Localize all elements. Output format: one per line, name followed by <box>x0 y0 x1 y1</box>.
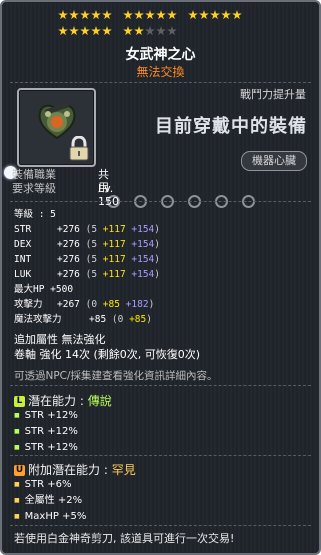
potential-line: STR +12% <box>14 440 78 456</box>
scroll-enhance: 卷軸 強化 14次 (剩餘0次, 可恢復0次) <box>14 348 201 361</box>
str-stat: STR +276 (5 +117 +154) <box>14 224 161 235</box>
combat-power-label: 戰鬥力提升量 <box>240 88 306 101</box>
star-icon <box>188 10 198 20</box>
max-hp-stat: 最大HP +500 <box>14 284 74 295</box>
additional-line: 全屬性 +2% <box>14 493 86 509</box>
star-icon <box>145 10 155 20</box>
magic-attack-stat: 魔法攻擊力 +85 (0 +85) <box>14 314 152 325</box>
level-value: Lv. 150 <box>98 182 119 208</box>
star-icon <box>134 10 144 20</box>
star-icon <box>123 26 133 36</box>
lock-icon <box>69 136 89 161</box>
potential-divider <box>10 385 311 387</box>
enhancement-note: 可透過NPC/採集建查看強化資訊詳細內容。 <box>14 370 218 382</box>
additional-lines: STR +6% 全屬性 +2% MaxHP +5% <box>14 477 87 525</box>
top-divider <box>10 82 311 84</box>
potential-label: L 潛在能力 : 傳說 <box>14 392 112 409</box>
legendary-badge-icon: L <box>14 396 25 407</box>
star-icon <box>69 26 79 36</box>
added-property: 追加屬性 無法強化 <box>14 333 106 346</box>
star-icon <box>69 10 79 20</box>
item-tooltip: 女武神之心 無法交換 戰鬥力提升量 目前穿戴中的裝備 機器心臟 裝備職業 共用 要… <box>0 0 321 555</box>
item-title: 女武神之心 <box>125 47 196 63</box>
job-label: 裝備職業 <box>12 168 56 181</box>
star-icon <box>80 26 90 36</box>
dex-stat: DEX +276 (5 +117 +154) <box>14 239 161 250</box>
star-icon <box>80 10 90 20</box>
machine-heart-icon <box>38 102 76 140</box>
star-icon <box>199 10 209 20</box>
star-icon <box>167 10 177 20</box>
star-icon <box>156 10 166 20</box>
star-icon <box>221 10 231 20</box>
star-icon <box>102 10 112 20</box>
star-icon <box>232 10 242 20</box>
scissors-note: 若使用白金神奇剪刀, 該道具可進行一次交易! <box>14 532 235 545</box>
additional-divider <box>10 455 311 457</box>
star-icon <box>91 26 101 36</box>
potential-line: STR +12% <box>14 408 78 424</box>
star-icon <box>91 10 101 20</box>
stat-list: 等級 : 5 STR +276 (5 +117 +154) DEX +276 (5 … <box>14 207 160 327</box>
star-force-row-1 <box>58 10 268 22</box>
additional-line: MaxHP +5% <box>14 509 87 525</box>
int-stat: INT +276 (5 +117 +154) <box>14 254 161 265</box>
additional-potential-label: U 附加潛在能力 : 罕見 <box>14 463 136 477</box>
equipment-level: 等級 : 5 <box>14 209 56 220</box>
empty-star-icon <box>156 26 166 36</box>
empty-star-icon <box>145 26 155 36</box>
star-icon <box>58 10 68 20</box>
equipped-status: 目前穿戴中的裝備 <box>155 116 307 137</box>
stats-divider <box>10 201 311 203</box>
attack-stat: 攻擊力 +267 (0 +85 +182) <box>14 299 155 310</box>
requirements: 裝備職業 共用 要求等級 Lv. 150 <box>12 168 119 208</box>
additional-line: STR +6% <box>14 477 86 493</box>
footer-divider <box>10 525 311 527</box>
star-icon <box>210 10 220 20</box>
luk-stat: LUK +276 (5 +117 +154) <box>14 269 161 280</box>
star-icon <box>134 26 144 36</box>
enhancement-info: 追加屬性 無法強化 卷軸 強化 14次 (剩餘0次, 可恢復0次) <box>14 333 200 363</box>
potential-line: STR +12% <box>14 424 78 440</box>
level-label: 要求等級 <box>12 182 56 195</box>
machine-heart-tag: 機器心臟 <box>241 151 307 171</box>
star-icon <box>58 26 68 36</box>
potential-lines: STR +12% STR +12% STR +12% <box>14 408 78 456</box>
trade-status: 無法交換 <box>136 65 185 79</box>
star-icon <box>123 10 133 20</box>
unique-badge-icon: U <box>14 465 25 476</box>
empty-star-icon <box>167 26 177 36</box>
star-force-row-2 <box>58 26 268 38</box>
star-icon <box>102 26 112 36</box>
item-icon-box <box>17 88 96 167</box>
